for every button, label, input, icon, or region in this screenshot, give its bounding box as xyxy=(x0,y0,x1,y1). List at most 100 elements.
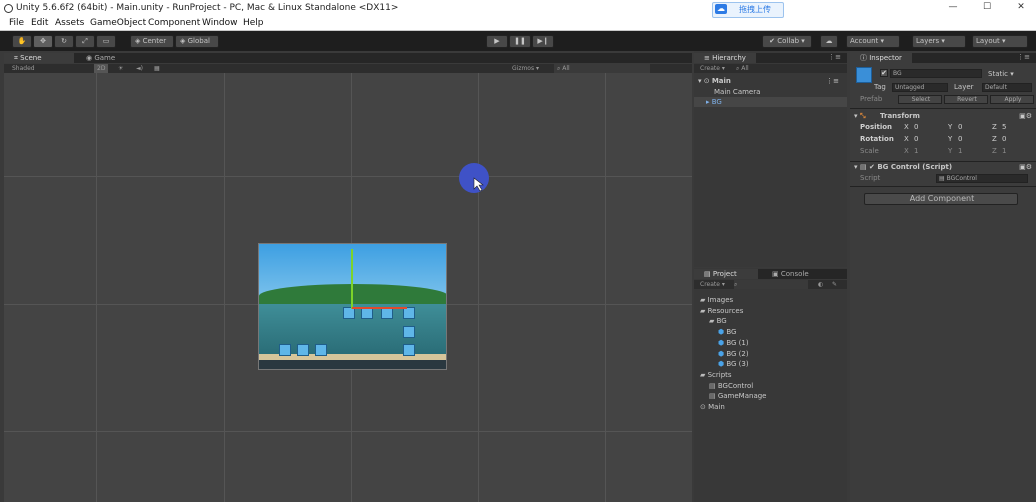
tab-inspector[interactable]: ⓘ Inspector xyxy=(850,53,912,63)
project-toolbar: Create ▾ ⌕ ◐ ✎ xyxy=(694,280,847,289)
script-file-icon: ▤ xyxy=(939,175,947,182)
menu-gameobject[interactable]: GameObject xyxy=(90,18,146,28)
upload-label: 拖拽上传 xyxy=(739,5,771,14)
layout-dropdown[interactable]: Layout ▾ xyxy=(972,35,1028,48)
hierarchy-search-field[interactable]: ⌕ All xyxy=(736,64,749,73)
mode-2d-toggle[interactable]: 2D xyxy=(94,64,109,73)
menu-window[interactable]: Window xyxy=(202,18,238,28)
transform-x-field[interactable]: 0 xyxy=(914,134,918,144)
layout-chevron-icon: ▾ xyxy=(999,37,1006,45)
prefab-revert-button[interactable]: Revert xyxy=(944,95,988,104)
static-dropdown[interactable]: Static ▾ xyxy=(988,69,1014,79)
transform-y-field[interactable]: 1 xyxy=(958,146,962,156)
project-item[interactable]: ⬢ BG (2) xyxy=(718,349,749,359)
step-button[interactable]: ▶❙ xyxy=(532,35,554,48)
panel-menu-icon[interactable]: ⋮≡ xyxy=(828,53,841,61)
menu-file[interactable]: File xyxy=(9,18,24,28)
transform-x-field[interactable]: 1 xyxy=(914,146,918,156)
cloud-icon[interactable]: ☁ xyxy=(820,35,838,48)
menu-help[interactable]: Help xyxy=(243,18,264,28)
panel-menu-icon[interactable]: ⋮≡ xyxy=(1017,53,1030,61)
tab-scene[interactable]: ⌗ Scene xyxy=(4,53,74,63)
transform-z-field[interactable]: 1 xyxy=(1002,146,1006,156)
move-tool-icon[interactable]: ✥ xyxy=(33,35,53,48)
transform-y-field[interactable]: 0 xyxy=(958,134,962,144)
audio-icon[interactable]: ◄) xyxy=(136,64,143,73)
menu-edit[interactable]: Edit xyxy=(31,18,48,28)
hierarchy-create-dropdown[interactable]: Create ▾ xyxy=(700,64,725,73)
maximize-button[interactable]: ☐ xyxy=(980,2,994,14)
lighting-icon[interactable]: ☀ xyxy=(118,64,123,73)
project-item[interactable]: ▰ BG xyxy=(709,316,727,326)
transform-y-field[interactable]: 0 xyxy=(958,122,962,132)
menu-component[interactable]: Component xyxy=(148,18,200,28)
prefab-cube-icon xyxy=(856,67,872,83)
transform-icon: ⤡ xyxy=(859,112,868,120)
unity-logo-icon xyxy=(4,4,13,13)
project-search-field[interactable]: ⌕ xyxy=(734,280,808,289)
layer-dropdown[interactable]: Default xyxy=(982,83,1032,92)
component-settings-icon[interactable]: ▣⚙ xyxy=(1019,111,1032,121)
component-settings-icon[interactable]: ▣⚙ xyxy=(1019,162,1032,172)
tab-project[interactable]: ▤ Project xyxy=(694,269,758,279)
project-item[interactable]: ▤ BGControl xyxy=(709,381,753,391)
transform-header[interactable]: ▾ ⤡ Transform ▣⚙ xyxy=(854,111,1036,121)
shading-dropdown[interactable]: Shaded xyxy=(12,64,35,73)
component-header[interactable]: ▾ ▤ ✔ BG Control (Script) ▣⚙ xyxy=(854,162,1036,172)
rotate-tool-icon[interactable]: ↻ xyxy=(54,35,74,48)
project-item[interactable]: ⊙ Main xyxy=(700,402,725,412)
project-item[interactable]: ⬢ BG (1) xyxy=(718,338,749,348)
hierarchy-scene-row[interactable]: ▾ ⊙ Main ⋮≡ xyxy=(698,76,847,86)
effects-icon[interactable]: ▦ xyxy=(154,64,160,73)
menu-assets[interactable]: Assets xyxy=(55,18,84,28)
layers-dropdown[interactable]: Layers ▾ xyxy=(912,35,966,48)
rect-tool-icon[interactable]: ▭ xyxy=(96,35,116,48)
add-component-button[interactable]: Add Component xyxy=(864,193,1018,205)
account-dropdown[interactable]: Account ▾ xyxy=(846,35,900,48)
play-button[interactable]: ▶ xyxy=(486,35,508,48)
hand-tool-icon[interactable]: ✋ xyxy=(12,35,32,48)
favorite-icon[interactable]: ✎ xyxy=(832,280,837,289)
tab-game[interactable]: ◉ Game xyxy=(76,53,136,63)
move-gizmo-x-axis[interactable] xyxy=(352,307,407,309)
minimize-button[interactable]: — xyxy=(946,2,960,14)
move-gizmo-y-axis[interactable] xyxy=(351,249,353,309)
close-button[interactable]: ✕ xyxy=(1014,2,1028,14)
tab-hierarchy[interactable]: ≡ Hierarchy xyxy=(694,53,756,63)
project-item[interactable]: ⬢ BG (3) xyxy=(718,359,749,369)
prefab-apply-button[interactable]: Apply xyxy=(990,95,1034,104)
filter-icon[interactable]: ◐ xyxy=(818,280,823,289)
pause-button[interactable]: ❚❚ xyxy=(509,35,531,48)
tab-console[interactable]: ▣ Console xyxy=(762,269,826,279)
hierarchy-item-bg[interactable]: ▸ BG xyxy=(694,97,847,107)
global-local-toggle[interactable]: ◈ Global xyxy=(175,35,219,48)
transform-z-field[interactable]: 0 xyxy=(1002,134,1006,144)
collab-button[interactable]: ✔ Collab ▾ xyxy=(762,35,812,48)
project-create-dropdown[interactable]: Create ▾ xyxy=(700,280,725,289)
scene-menu-icon[interactable]: ⋮≡ xyxy=(826,76,839,86)
transform-x-field[interactable]: 0 xyxy=(914,122,918,132)
prefab-select-button[interactable]: Select xyxy=(898,95,942,104)
bg-sprite[interactable] xyxy=(258,243,447,370)
project-item-label: BG (3) xyxy=(726,360,749,369)
project-item[interactable]: ▤ GameManage xyxy=(709,391,767,401)
project-item[interactable]: ▰ Resources xyxy=(700,306,743,316)
divider xyxy=(850,108,1036,109)
active-checkbox[interactable]: ✔ xyxy=(880,69,888,77)
script-field[interactable]: ▤ BGControl xyxy=(936,174,1028,183)
project-item[interactable]: ⬢ BG xyxy=(718,327,736,337)
pivot-center-toggle[interactable]: ◈ Center xyxy=(130,35,174,48)
gizmos-dropdown[interactable]: Gizmos ▾ xyxy=(512,64,539,73)
project-item[interactable]: ▰ Images xyxy=(700,295,733,305)
object-name-field[interactable]: BG xyxy=(890,69,982,78)
transform-z-field[interactable]: 5 xyxy=(1002,122,1006,132)
hierarchy-item-main-camera[interactable]: Main Camera xyxy=(714,87,760,97)
scene-search-field[interactable]: ⌕ All xyxy=(554,64,650,73)
project-item[interactable]: ▰ Scripts xyxy=(700,370,732,380)
scale-tool-icon[interactable]: ⤢ xyxy=(75,35,95,48)
tag-dropdown[interactable]: Untagged xyxy=(892,83,948,92)
upload-button[interactable]: ☁ 拖拽上传 xyxy=(712,2,784,18)
ice-tile xyxy=(297,344,309,356)
project-tab-icon: ▤ xyxy=(704,270,713,278)
pivot-icon: ◈ xyxy=(135,37,143,45)
